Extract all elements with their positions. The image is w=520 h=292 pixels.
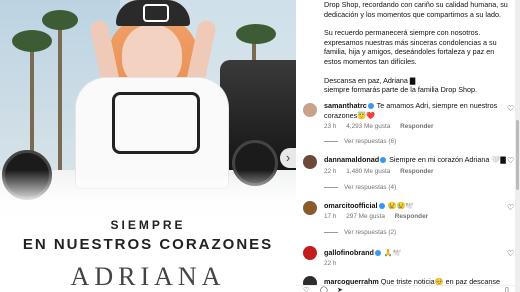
view-replies-button[interactable]: Ver respuestas (2) [324, 229, 396, 236]
like-comment-icon[interactable]: ♡ [507, 249, 514, 258]
comment-meta: 22 h 1,480 Me gusta Responder [324, 168, 441, 175]
comment-text: 😢😢🕊️ [387, 201, 415, 210]
memorial-line-2: EN NUESTROS CORAZONES [22, 236, 274, 253]
next-image-button[interactable]: › [280, 148, 296, 168]
comment-username[interactable]: omarcitoofficial [324, 201, 378, 210]
like-comment-icon[interactable]: ♡ [507, 156, 514, 165]
post-caption: Drop Shop, recordando con cariño su cali… [324, 0, 510, 104]
verified-badge-icon [378, 203, 385, 210]
memorial-line-1: SIEMPRE [110, 218, 186, 232]
action-bar [296, 285, 520, 292]
palm-tree [42, 10, 78, 30]
comment-text: 🙏🕊️ [383, 248, 402, 257]
reply-button[interactable]: Responder [400, 123, 433, 130]
comment-username[interactable]: samanthatrc [324, 101, 367, 110]
save-icon[interactable]: ▯ [505, 286, 509, 292]
comment-time: 17 h [324, 213, 337, 220]
comment-time: 23 h [324, 123, 337, 130]
comment-likes[interactable]: 4,293 Me gusta [346, 123, 390, 130]
tshirt-logo [112, 92, 200, 154]
comment-meta: 22 h [324, 260, 344, 267]
caption-paragraph: Drop Shop, recordando con cariño su cali… [324, 0, 508, 19]
palm-tree [236, 24, 276, 44]
view-replies-label: Ver respuestas (2) [344, 229, 397, 236]
like-comment-icon[interactable]: ♡ [507, 203, 514, 212]
palm-trunk [58, 20, 62, 170]
comment-username[interactable]: gallofinobrand [324, 248, 374, 257]
comment-meta: 17 h 297 Me gusta Responder [324, 213, 436, 220]
palm-tree [12, 30, 52, 52]
view-replies-button[interactable]: Ver respuestas (4) [324, 184, 396, 191]
like-comment-icon[interactable]: ♡ [507, 104, 514, 113]
comment: gallofinobrand 🙏🕊️ [324, 248, 510, 258]
comment: dannamaldonad Siempre en mi corazón Adri… [324, 155, 510, 165]
comment-meta: 23 h 4,293 Me gusta Responder [324, 123, 441, 130]
comment-time: 22 h [324, 260, 337, 267]
comment-icon[interactable]: ◯ [320, 286, 328, 292]
memorial-name: ADRIANA [70, 262, 226, 291]
caption-paragraph: siempre formarás parte de la familia Dro… [324, 85, 478, 95]
post-image: SIEMPRE EN NUESTROS CORAZONES ADRIANA [0, 0, 296, 292]
comment-text: Siempre en mi corazón Adriana 🤍▇ [389, 155, 506, 164]
share-icon[interactable]: ➤ [337, 286, 343, 292]
comment-likes[interactable]: 1,480 Me gusta [346, 168, 390, 175]
comment-likes[interactable]: 297 Me gusta [346, 213, 385, 220]
view-replies-button[interactable]: Ver respuestas (6) [324, 138, 396, 145]
verified-badge-icon [367, 103, 374, 110]
comment: omarcitoofficial 😢😢🕊️ [324, 201, 510, 211]
scrollbar-thumb[interactable] [516, 120, 519, 190]
reply-button[interactable]: Responder [395, 213, 428, 220]
verified-badge-icon [380, 157, 387, 164]
view-replies-label: Ver respuestas (4) [344, 184, 397, 191]
comment-time: 22 h [324, 168, 337, 175]
comment: samanthatrc Te amamos Adri, siempre en n… [324, 101, 510, 120]
like-post-icon[interactable]: ♡ [303, 286, 309, 292]
avatar[interactable] [303, 155, 317, 169]
caption-paragraph: Descansa en paz, Adriana ▇ [324, 75, 416, 85]
comment-username[interactable]: dannamaldonad [324, 155, 379, 164]
avatar[interactable] [303, 103, 317, 117]
verified-badge-icon [374, 250, 381, 257]
caption-paragraph: Su recuerdo permanecerá siempre con noso… [324, 28, 497, 66]
avatar[interactable] [303, 201, 317, 215]
view-replies-label: Ver respuestas (6) [344, 138, 397, 145]
reply-button[interactable]: Responder [400, 168, 433, 175]
cap-logo [143, 4, 169, 22]
instagram-post-view: SIEMPRE EN NUESTROS CORAZONES ADRIANA › … [0, 0, 520, 292]
avatar[interactable] [303, 246, 317, 260]
